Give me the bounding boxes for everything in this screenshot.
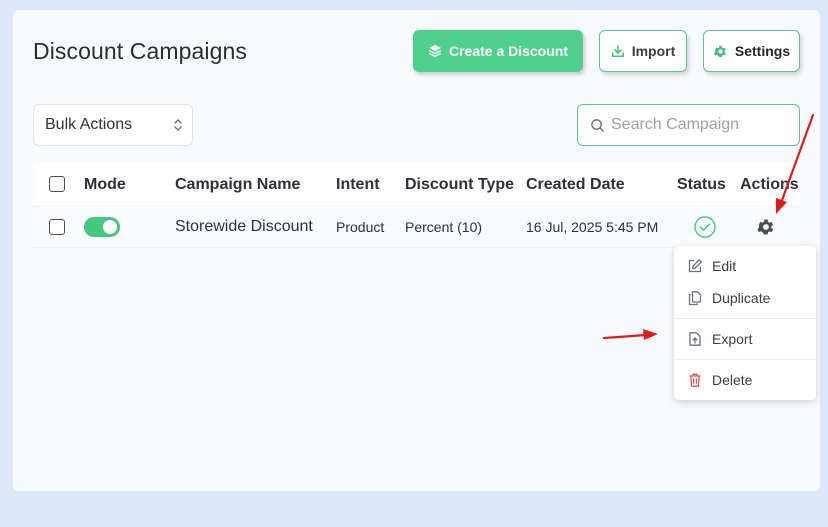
annotation-arrow-to-export: [602, 329, 658, 340]
annotation-arrows: [602, 113, 815, 340]
annotation-arrow-to-gear: [776, 113, 815, 214]
